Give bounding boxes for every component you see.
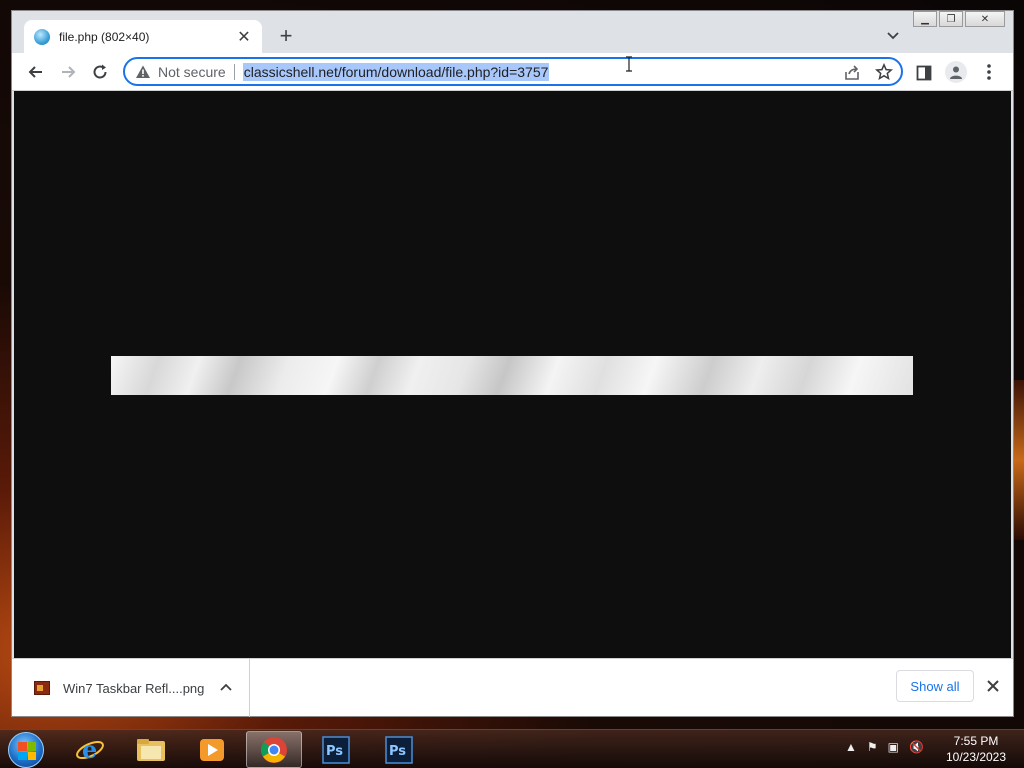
text-cursor-icon [626,56,632,72]
network-icon[interactable]: ▣ [888,740,899,754]
tab-title: file.php (802×40) [59,29,150,44]
close-button[interactable]: ✕ [965,11,1005,27]
svg-text:Ps: Ps [326,744,343,759]
chevron-down-icon[interactable] [885,27,901,43]
warning-icon[interactable] [135,64,151,80]
svg-text:Ps: Ps [389,744,406,759]
taskbar-media-player[interactable] [184,731,240,768]
restore-button[interactable]: ❐ [939,11,963,27]
internet-explorer-icon: e [76,735,104,764]
globe-icon [34,28,50,45]
show-hidden-icons-icon[interactable]: ▲ [845,740,857,754]
back-arrow-icon[interactable] [26,62,46,82]
bookmark-star-icon[interactable] [875,63,893,81]
action-center-flag-icon[interactable]: ⚑ [867,740,878,754]
windows-taskbar: e Ps Ps ▲ ⚑ ▣ 🔇 7:55 PM 10/23/2023 [0,729,1024,768]
taskbar-google-chrome[interactable] [246,731,302,768]
windows-logo-icon [18,742,36,760]
browser-window: file.php (802×40) ✕ + ▁ ❐ ✕ Not secure c… [11,10,1014,717]
taskbar-clock[interactable]: 7:55 PM 10/23/2023 [940,733,1012,765]
tab-strip: file.php (802×40) ✕ + ▁ ❐ ✕ [12,11,1013,53]
url-text[interactable]: classicshell.net/forum/download/file.php… [242,62,550,81]
taskbar-internet-explorer[interactable]: e [62,731,118,768]
photoshop-icon: Ps [322,735,350,764]
profile-avatar-icon[interactable] [945,61,967,83]
chevron-up-icon[interactable] [218,680,234,696]
tab-file-php[interactable]: file.php (802×40) ✕ [24,20,262,53]
svg-text:e: e [82,735,97,764]
tab-close-icon[interactable]: ✕ [236,27,252,47]
image-file-icon [34,681,50,695]
forward-arrow-icon[interactable] [58,62,78,82]
start-button[interactable] [8,732,44,768]
media-player-icon [200,738,224,761]
photoshop-icon: Ps [385,735,413,764]
taskbar-photoshop-2[interactable]: Ps [371,731,427,768]
show-all-button[interactable]: Show all [896,670,974,702]
taskbar-photoshop[interactable]: Ps [308,731,364,768]
close-icon[interactable] [985,678,1001,694]
toolbar: Not secure classicshell.net/forum/downlo… [12,53,1013,91]
download-filename: Win7 Taskbar Refl....png [63,680,205,696]
new-tab-button[interactable]: + [274,24,298,48]
folder-icon [137,738,165,761]
download-item[interactable]: Win7 Taskbar Refl....png [12,659,250,717]
chrome-icon [261,736,287,763]
system-tray: ▲ ⚑ ▣ 🔇 [845,740,934,754]
window-controls: ▁ ❐ ✕ [911,11,1005,27]
address-bar[interactable]: Not secure classicshell.net/forum/downlo… [123,57,903,86]
reload-icon[interactable] [90,62,110,82]
displayed-image [111,356,913,395]
clock-time: 7:55 PM [953,734,999,748]
taskbar-windows-explorer[interactable] [123,731,179,768]
download-shelf: Win7 Taskbar Refl....png Show all [12,658,1013,717]
volume-muted-icon[interactable]: 🔇 [909,740,924,754]
minimize-button[interactable]: ▁ [913,11,937,27]
kebab-menu-icon[interactable] [980,62,998,82]
page-content [14,91,1011,658]
share-icon[interactable] [843,64,861,82]
side-panel-icon[interactable] [916,65,932,81]
security-label[interactable]: Not secure [158,63,235,80]
clock-date: 10/23/2023 [945,750,1007,764]
